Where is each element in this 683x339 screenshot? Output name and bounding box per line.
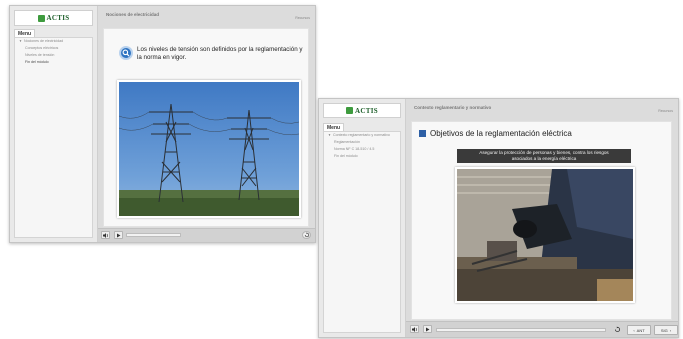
logo-text: ACTIS: [46, 14, 70, 22]
slide-stage: Objetivos de la reglamentación eléctrica…: [411, 121, 672, 320]
replay-icon[interactable]: [302, 231, 311, 239]
slide-title-row: Objetivos de la reglamentación eléctrica: [419, 129, 572, 138]
player-controls: [98, 228, 315, 242]
previous-label: ANT: [636, 327, 645, 333]
page-title: Nociones de electricidad: [106, 12, 160, 17]
previous-button[interactable]: ‹ ANT: [627, 325, 651, 335]
header: Contexto reglamentario y normativo Recur…: [406, 99, 678, 119]
player-controls: ‹ ANT SIG ›: [406, 321, 678, 337]
course-player-window-2: ACTIS Menu ▼ Contexto reglamentario y nor…: [318, 98, 679, 338]
menu-item[interactable]: Niveles de tensión: [15, 52, 92, 59]
menu-item[interactable]: Conceptos eléctricos: [15, 45, 92, 52]
progress-bar[interactable]: [126, 233, 181, 237]
page-title: Contexto reglamentario y normativo: [414, 105, 492, 110]
logo: ACTIS: [14, 10, 93, 26]
menu-list: ▼ Nociones de electricidad Conceptos eléc…: [14, 37, 93, 238]
prompt-text: Los niveles de tensión son definidos por…: [137, 46, 303, 61]
logo-mark-icon: [346, 107, 354, 114]
course-player-window-1: ACTIS Menu ▼ Nociones de electricidad Con…: [9, 5, 316, 243]
logo-text: ACTIS: [355, 106, 378, 115]
menu-item-section[interactable]: ▼ Nociones de electricidad: [15, 38, 92, 45]
menu-item[interactable]: Fin del módulo: [324, 153, 400, 160]
logo: ACTIS: [323, 103, 401, 118]
menu-item-label: Contexto reglamentario y normativo: [332, 133, 390, 137]
slide-title: Objetivos de la reglamentación eléctrica: [430, 129, 572, 138]
menu-item[interactable]: Reglamentación: [324, 139, 400, 146]
progress-bar[interactable]: [436, 328, 606, 332]
prev-arrow-icon: ‹: [633, 327, 635, 333]
play-icon[interactable]: [423, 325, 432, 333]
caption-line: asociados a la energía eléctrica: [511, 156, 577, 161]
logo-mark-icon: [37, 14, 45, 22]
sidebar: ACTIS Menu ▼ Nociones de electricidad Con…: [10, 6, 98, 242]
speaker-icon[interactable]: [410, 325, 419, 333]
slide-stage: Los niveles de tensión son definidos por…: [103, 28, 309, 227]
resources-link[interactable]: Recursos: [295, 16, 310, 20]
next-button[interactable]: SIG ›: [654, 325, 678, 335]
resources-link[interactable]: Recursos: [658, 109, 673, 113]
header: Nociones de electricidad Recursos: [98, 6, 315, 26]
next-arrow-icon: ›: [669, 327, 672, 333]
triangle-down-icon: ▼: [328, 133, 331, 137]
search-icon: [119, 46, 133, 60]
triangle-down-icon: ▼: [19, 39, 22, 43]
menu-item[interactable]: Norma NF C 18-510 / 4.5: [324, 146, 400, 153]
next-label: SIG: [660, 327, 668, 333]
menu-item-label: Nociones de electricidad: [23, 39, 64, 43]
worker-photo: [455, 167, 635, 303]
replay-icon[interactable]: [613, 325, 622, 333]
caption-box: Asegurar la protección de personas y bie…: [457, 149, 631, 163]
sidebar: ACTIS Menu ▼ Contexto reglamentario y nor…: [319, 99, 406, 337]
menu-item-section[interactable]: ▼ Contexto reglamentario y normativo: [324, 132, 400, 139]
speaker-icon[interactable]: [101, 231, 110, 239]
power-lines-photo: [117, 80, 301, 218]
play-icon[interactable]: [114, 231, 123, 239]
title-square-icon: [419, 130, 426, 137]
menu-item[interactable]: Fin del módulo: [15, 59, 92, 66]
menu-list: ▼ Contexto reglamentario y normativo Regl…: [323, 131, 401, 333]
